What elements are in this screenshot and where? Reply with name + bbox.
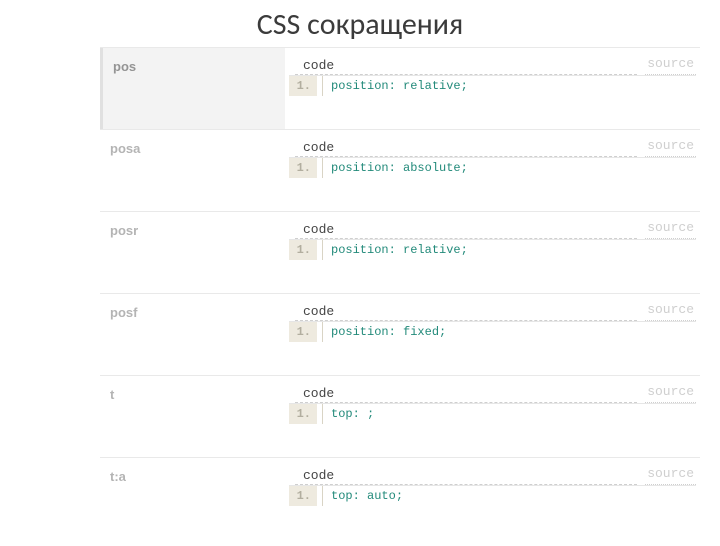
abbr-cell[interactable]: posf [100,294,285,375]
code-tabs: code source [289,138,696,158]
table-row: posa code source 1. position: absolute; [100,129,700,211]
code-line: 1. position: absolute; [289,158,696,178]
table-row: posr code source 1. position: relative; [100,211,700,293]
abbr-cell[interactable]: posa [100,130,285,211]
expansion-cell: code source 1. position: relative; [285,48,700,129]
expansion-cell: code source 1. position: fixed; [285,294,700,375]
page-title: CSS сокращения [0,6,720,43]
abbr-cell[interactable]: t [100,376,285,457]
code-line: 1. top: auto; [289,486,696,506]
code-text: position: absolute; [323,158,696,178]
css-value: relative [403,243,461,257]
code-line: 1. top: ; [289,404,696,424]
table-row: t:a code source 1. top: auto; [100,457,700,539]
line-number: 1. [289,158,317,178]
code-text: top: auto; [323,486,696,506]
code-text: position: relative; [323,240,696,260]
tab-code[interactable]: code [295,220,637,239]
expansion-cell: code source 1. top: auto; [285,458,700,539]
code-tabs: code source [289,302,696,322]
abbr-cell[interactable]: posr [100,212,285,293]
abbr-cell[interactable]: t:a [100,458,285,539]
abbr-cell[interactable]: pos [100,48,285,129]
css-property: position [331,79,389,93]
code-tabs: code source [289,466,696,486]
css-property: top [331,407,353,421]
tab-code[interactable]: code [295,384,637,403]
line-number: 1. [289,76,317,96]
abbr-text: t:a [110,469,126,484]
table-row: posf code source 1. position: fixed; [100,293,700,375]
tab-source[interactable]: source [645,302,696,321]
abbr-text: t [110,387,114,402]
code-text: position: relative; [323,76,696,96]
tab-code[interactable]: code [295,302,637,321]
code-line: 1. position: relative; [289,76,696,96]
css-property: position [331,325,389,339]
css-value: fixed [403,325,439,339]
shortcuts-table: pos code source 1. position: relative; p… [100,47,700,539]
code-tabs: code source [289,384,696,404]
tab-source[interactable]: source [645,466,696,485]
css-value: relative [403,79,461,93]
css-property: position [331,243,389,257]
tab-code[interactable]: code [295,466,637,485]
tab-source[interactable]: source [645,56,696,75]
abbr-text: posf [110,305,137,320]
expansion-cell: code source 1. top: ; [285,376,700,457]
css-value: auto [367,489,396,503]
code-tabs: code source [289,56,696,76]
code-text: position: fixed; [323,322,696,342]
line-number: 1. [289,240,317,260]
tab-code[interactable]: code [295,56,637,75]
table-row: t code source 1. top: ; [100,375,700,457]
tab-code[interactable]: code [295,138,637,157]
abbr-text: posr [110,223,138,238]
tab-source[interactable]: source [645,220,696,239]
line-number: 1. [289,322,317,342]
css-property: top [331,489,353,503]
css-value: absolute [403,161,461,175]
code-line: 1. position: relative; [289,240,696,260]
code-line: 1. position: fixed; [289,322,696,342]
expansion-cell: code source 1. position: absolute; [285,130,700,211]
abbr-text: posa [110,141,140,156]
table-row: pos code source 1. position: relative; [100,47,700,129]
expansion-cell: code source 1. position: relative; [285,212,700,293]
code-text: top: ; [323,404,696,424]
css-property: position [331,161,389,175]
line-number: 1. [289,404,317,424]
code-tabs: code source [289,220,696,240]
line-number: 1. [289,486,317,506]
tab-source[interactable]: source [645,384,696,403]
abbr-text: pos [113,59,136,74]
tab-source[interactable]: source [645,138,696,157]
